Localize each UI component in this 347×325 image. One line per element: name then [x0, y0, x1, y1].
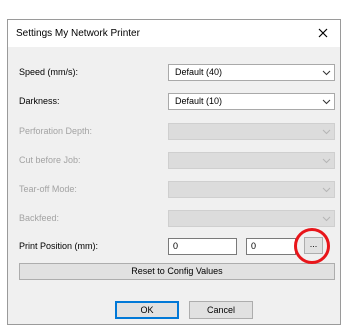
- reset-config-button[interactable]: Reset to Config Values: [19, 263, 335, 280]
- perforation-depth-label: Perforation Depth:: [19, 126, 93, 136]
- backfeed-label: Backfeed:: [19, 213, 60, 223]
- title-bar: Settings My Network Printer: [8, 20, 340, 47]
- tear-off-mode-dropdown: [168, 181, 335, 198]
- darkness-dropdown[interactable]: Default (10): [168, 93, 335, 110]
- settings-dialog: Settings My Network Printer Speed (mm/s)…: [7, 19, 341, 325]
- close-icon[interactable]: [315, 25, 331, 41]
- darkness-value: Default (10): [175, 96, 223, 106]
- chevron-down-icon: [322, 129, 331, 135]
- dialog-title: Settings My Network Printer: [16, 28, 140, 39]
- perforation-depth-dropdown: [168, 123, 335, 140]
- speed-value: Default (40): [175, 67, 223, 77]
- cancel-button[interactable]: Cancel: [189, 301, 253, 319]
- speed-label: Speed (mm/s):: [19, 67, 79, 77]
- ok-button[interactable]: OK: [115, 301, 179, 319]
- speed-dropdown[interactable]: Default (40): [168, 64, 335, 81]
- darkness-label: Darkness:: [19, 96, 60, 106]
- print-position-x-input[interactable]: 0: [168, 238, 237, 255]
- highlight-circle: [294, 228, 330, 264]
- print-position-label: Print Position (mm):: [19, 241, 99, 251]
- print-position-y-input[interactable]: 0: [246, 238, 296, 255]
- tear-off-mode-label: Tear-off Mode:: [19, 184, 77, 194]
- chevron-down-icon: [322, 158, 331, 164]
- backfeed-dropdown: [168, 210, 335, 227]
- chevron-down-icon: [322, 216, 331, 222]
- chevron-down-icon: [322, 70, 331, 76]
- chevron-down-icon: [322, 187, 331, 193]
- chevron-down-icon: [322, 99, 331, 105]
- cut-before-job-dropdown: [168, 152, 335, 169]
- cut-before-job-label: Cut before Job:: [19, 155, 81, 165]
